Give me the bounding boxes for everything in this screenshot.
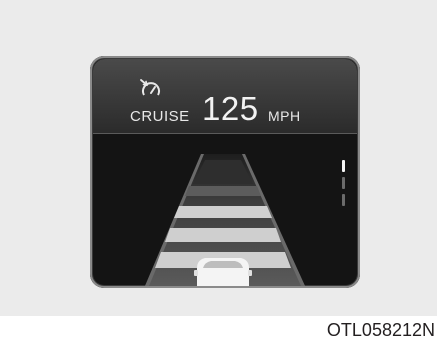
distance-level-indicator-3 — [342, 194, 345, 206]
distance-bar-2 — [174, 206, 272, 218]
cruise-label: CRUISE — [130, 108, 190, 125]
figure-code-label: OTL058212N — [326, 320, 435, 340]
distance-bar-3 — [165, 228, 281, 242]
distance-level-indicator-2 — [342, 177, 345, 189]
set-speed-value: 125 — [202, 90, 259, 127]
speed-unit-label: MPH — [268, 108, 301, 124]
own-vehicle-icon — [194, 258, 252, 286]
distance-bar-1 — [185, 186, 261, 196]
cluster-display: CRUISE 125 MPH — [90, 56, 360, 288]
road-view — [145, 154, 305, 286]
distance-level-indicator-1 — [342, 160, 345, 172]
speedometer-arrow-icon — [140, 79, 160, 96]
